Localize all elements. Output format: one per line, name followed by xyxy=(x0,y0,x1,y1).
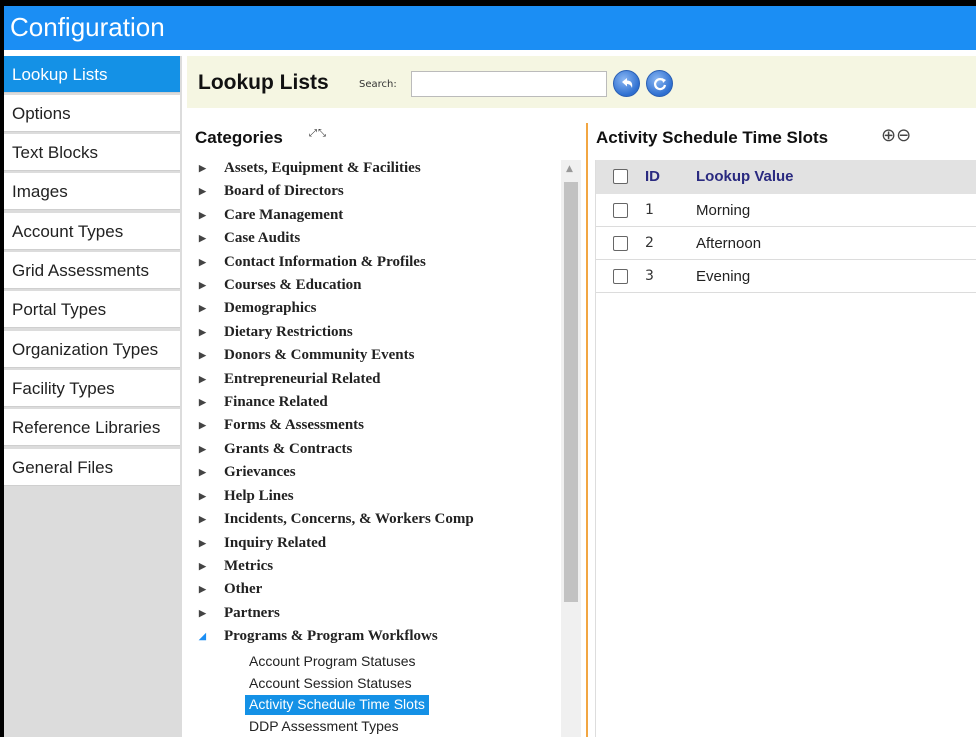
category-item[interactable]: ▶ Grants & Contracts xyxy=(199,441,352,461)
category-tree: ▶ Assets, Equipment & Facilities ▶ Board o… xyxy=(187,160,579,737)
category-item[interactable]: ▶ Grievances xyxy=(199,464,296,484)
expand-arrow-icon: ▶ xyxy=(199,584,206,594)
subcategory-item-selected[interactable]: Activity Schedule Time Slots xyxy=(245,695,429,715)
sidebar-item-grid-assessments[interactable]: Grid Assessments xyxy=(4,252,180,289)
sidebar-item-text-blocks[interactable]: Text Blocks xyxy=(4,134,180,171)
app-title: Configuration xyxy=(10,12,165,42)
expand-arrow-icon: ▶ xyxy=(199,280,206,290)
expand-arrow-icon: ▶ xyxy=(199,397,206,407)
category-item[interactable]: ▶ Incidents, Concerns, & Workers Comp xyxy=(199,511,474,531)
expand-arrow-icon: ▶ xyxy=(199,233,206,243)
remove-circle-icon[interactable]: ⊖ xyxy=(896,125,911,146)
category-item[interactable]: ▶ Metrics xyxy=(199,558,273,578)
main-panel: Lookup Lists Search: Categories ⤢⤡ ▶ Asse… xyxy=(187,56,976,737)
page-title: Lookup Lists xyxy=(198,71,329,94)
configuration-window: Configuration Lookup Lists Options Text … xyxy=(4,6,976,737)
expand-arrow-icon: ▶ xyxy=(199,327,206,337)
expand-arrow-icon: ▶ xyxy=(199,163,206,173)
sidebar-item-lookup-lists[interactable]: Lookup Lists xyxy=(4,56,180,93)
sidebar-item-account-types[interactable]: Account Types xyxy=(4,213,180,250)
scroll-up-icon[interactable]: ▲ xyxy=(566,164,573,174)
cell-lookup-value: Evening xyxy=(696,268,751,285)
subcategory-item[interactable]: DDP Assessment Types xyxy=(245,717,403,737)
category-item[interactable]: ▶ Partners xyxy=(199,605,280,625)
column-header-lookup-value[interactable]: Lookup Value xyxy=(696,168,794,185)
refresh-button[interactable] xyxy=(646,70,673,97)
category-item[interactable]: ▶ Courses & Education xyxy=(199,277,362,297)
category-item[interactable]: ▶ Donors & Community Events xyxy=(199,347,414,367)
cell-id: 2 xyxy=(645,235,654,251)
select-all-checkbox[interactable] xyxy=(613,169,628,184)
category-item[interactable]: ▶ Help Lines xyxy=(199,488,294,508)
category-item-expanded[interactable]: ◢ Programs & Program Workflows xyxy=(199,628,438,648)
row-checkbox[interactable] xyxy=(613,269,628,284)
category-item[interactable]: ▶ Contact Information & Profiles xyxy=(199,254,426,274)
sidebar-item-facility-types[interactable]: Facility Types xyxy=(4,370,180,407)
row-checkbox[interactable] xyxy=(613,236,628,251)
category-item[interactable]: ▶ Finance Related xyxy=(199,394,328,414)
column-header-id[interactable]: ID xyxy=(645,168,660,185)
expand-arrow-icon: ▶ xyxy=(199,514,206,524)
sidebar-item-organization-types[interactable]: Organization Types xyxy=(4,331,180,368)
toolbar: Lookup Lists Search: xyxy=(187,56,976,108)
expand-arrow-icon: ▶ xyxy=(199,467,206,477)
sidebar: Lookup Lists Options Text Blocks Images … xyxy=(4,56,182,737)
expand-arrow-icon: ▶ xyxy=(199,538,206,548)
collapse-arrow-icon: ◢ xyxy=(199,631,206,641)
category-item[interactable]: ▶ Board of Directors xyxy=(199,183,344,203)
categories-heading: Categories xyxy=(195,128,283,147)
table-row[interactable]: 1 Morning xyxy=(596,194,976,227)
expand-arrow-icon: ▶ xyxy=(199,350,206,360)
table-row[interactable]: 3 Evening xyxy=(596,260,976,293)
expand-arrow-icon: ▶ xyxy=(199,210,206,220)
expand-arrow-icon: ▶ xyxy=(199,444,206,454)
grid-header: ID Lookup Value xyxy=(596,160,976,194)
search-label: Search: xyxy=(359,79,397,90)
cell-id: 3 xyxy=(645,268,654,284)
row-checkbox[interactable] xyxy=(613,203,628,218)
category-item[interactable]: ▶ Entrepreneurial Related xyxy=(199,371,381,391)
sidebar-item-images[interactable]: Images xyxy=(4,173,180,210)
category-item[interactable]: ▶ Assets, Equipment & Facilities xyxy=(199,160,421,180)
expand-arrow-icon: ▶ xyxy=(199,561,206,571)
expand-arrow-icon: ▶ xyxy=(199,491,206,501)
expand-collapse-icon[interactable]: ⤢⤡ xyxy=(309,128,327,139)
scroll-thumb[interactable] xyxy=(564,182,578,602)
category-item[interactable]: ▶ Inquiry Related xyxy=(199,535,326,555)
category-item[interactable]: ▶ Dietary Restrictions xyxy=(199,324,353,344)
table-row[interactable]: 2 Afternoon xyxy=(596,227,976,260)
sidebar-item-reference-libraries[interactable]: Reference Libraries xyxy=(4,409,180,446)
category-item[interactable]: ▶ Care Management xyxy=(199,207,343,227)
category-item[interactable]: ▶ Forms & Assessments xyxy=(199,417,364,437)
category-scrollbar[interactable]: ▲ xyxy=(561,160,581,737)
subcategory-item[interactable]: Account Program Statuses xyxy=(245,652,420,672)
lookup-grid: ID Lookup Value 1 Morning 2 Afternoon 3 … xyxy=(595,160,976,737)
expand-arrow-icon: ▶ xyxy=(199,186,206,196)
refresh-icon xyxy=(653,78,667,91)
sidebar-item-general-files[interactable]: General Files xyxy=(4,449,180,486)
undo-arrow-icon xyxy=(622,78,633,88)
lookup-detail-panel: Activity Schedule Time Slots ⊕⊖ ID Looku… xyxy=(588,123,976,737)
category-item[interactable]: ▶ Demographics xyxy=(199,300,317,320)
expand-arrow-icon: ▶ xyxy=(199,257,206,267)
cell-lookup-value: Morning xyxy=(696,202,751,219)
cell-id: 1 xyxy=(645,202,654,218)
cell-lookup-value: Afternoon xyxy=(696,235,762,252)
expand-arrow-icon: ▶ xyxy=(199,374,206,384)
back-button[interactable] xyxy=(613,70,640,97)
detail-title: Activity Schedule Time Slots xyxy=(596,128,829,147)
subcategory-item[interactable]: Account Session Statuses xyxy=(245,674,416,694)
add-circle-icon[interactable]: ⊕ xyxy=(881,125,896,146)
expand-arrow-icon: ▶ xyxy=(199,420,206,430)
search-input[interactable] xyxy=(411,71,607,97)
sidebar-item-options[interactable]: Options xyxy=(4,95,180,132)
expand-arrow-icon: ▶ xyxy=(199,303,206,313)
sidebar-item-portal-types[interactable]: Portal Types xyxy=(4,291,180,328)
expand-arrow-icon: ▶ xyxy=(199,608,206,618)
title-bar: Configuration xyxy=(4,6,976,50)
category-item[interactable]: ▶ Case Audits xyxy=(199,230,300,250)
add-remove-icons: ⊕⊖ xyxy=(881,125,911,146)
category-item[interactable]: ▶ Other xyxy=(199,581,262,601)
